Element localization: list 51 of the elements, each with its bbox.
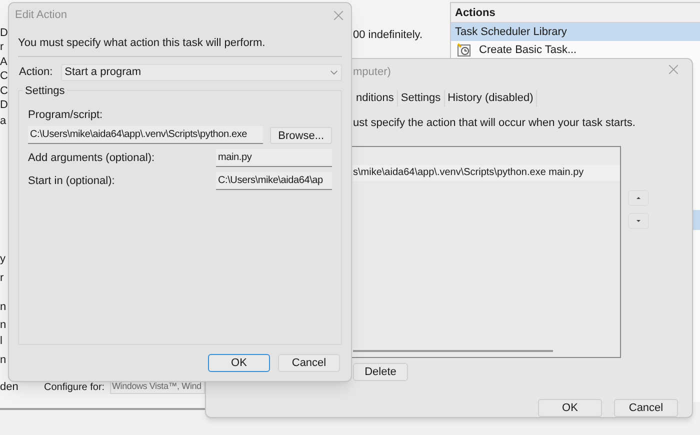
text-fragment: r xyxy=(0,271,4,285)
scrollbar-thumb[interactable] xyxy=(353,350,553,352)
instruction-text: You must specify what action this task will perform. xyxy=(18,36,266,51)
field-label: Add arguments (optional): xyxy=(28,150,155,166)
cancel-button[interactable]: Cancel xyxy=(614,399,678,417)
text-fragment: r xyxy=(0,40,4,54)
close-icon[interactable] xyxy=(669,65,678,74)
calendar-clock-icon xyxy=(457,43,471,57)
arguments-field[interactable]: main.py xyxy=(216,149,332,167)
move-down-button[interactable] xyxy=(628,213,649,229)
start-in-field[interactable]: C:\Users\mike\aida64\ap xyxy=(216,172,332,190)
program-field[interactable]: C:\Users\mike\aida64\app\.venv\Scripts\python.exe xyxy=(28,126,264,144)
browse-button[interactable]: Browse... xyxy=(270,126,332,144)
ok-button[interactable]: OK xyxy=(538,399,602,417)
instruction-text: ust specify the action that will occur when your task starts. xyxy=(353,116,636,131)
text-fragment: A xyxy=(0,55,8,69)
text-fragment: n xyxy=(0,318,6,332)
text-fragment: C xyxy=(0,84,8,98)
cancel-button[interactable]: Cancel xyxy=(278,354,340,372)
delete-button[interactable]: Delete xyxy=(353,363,408,381)
close-icon[interactable] xyxy=(334,10,343,20)
list-row[interactable]: s\mike\aida64\app\.venv\Scripts\python.exe main.py xyxy=(353,165,620,181)
text-fragment: a xyxy=(0,114,6,128)
text-fragment: C xyxy=(0,69,8,83)
tab[interactable]: Settings xyxy=(398,90,445,107)
text-fragment: D xyxy=(0,26,8,40)
text-fragment: n xyxy=(0,353,6,367)
window-title: mputer) xyxy=(353,65,391,80)
text-fragment: y xyxy=(0,252,6,266)
field-label: Start in (optional): xyxy=(28,174,115,189)
status-text: 00 indefinitely. xyxy=(353,28,423,43)
move-up-button[interactable] xyxy=(628,190,649,206)
text-fragment: l xyxy=(0,334,2,348)
down-arrow-icon xyxy=(635,218,642,224)
field-label: den xyxy=(0,380,18,395)
pane-item[interactable]: Task Scheduler Library xyxy=(451,23,700,41)
up-arrow-icon xyxy=(635,195,642,201)
action-dropdown[interactable]: Start a program xyxy=(60,64,342,80)
field-label: Configure for: xyxy=(44,381,105,395)
text-fragment: D xyxy=(0,98,8,112)
field-label: Action: xyxy=(19,64,53,80)
tab[interactable]: nditions xyxy=(353,90,398,107)
text-fragment: n xyxy=(0,300,6,314)
window-title: Edit Action xyxy=(15,8,67,23)
field-label: Program/script: xyxy=(28,108,104,122)
chevron-down-icon xyxy=(330,70,338,74)
pane-item[interactable]: Create Basic Task... xyxy=(451,41,700,59)
pane-title: Actions xyxy=(451,3,700,23)
row-highlight xyxy=(693,210,700,230)
tab[interactable]: History (disabled) xyxy=(444,90,538,107)
ok-button[interactable]: OK xyxy=(208,354,270,372)
